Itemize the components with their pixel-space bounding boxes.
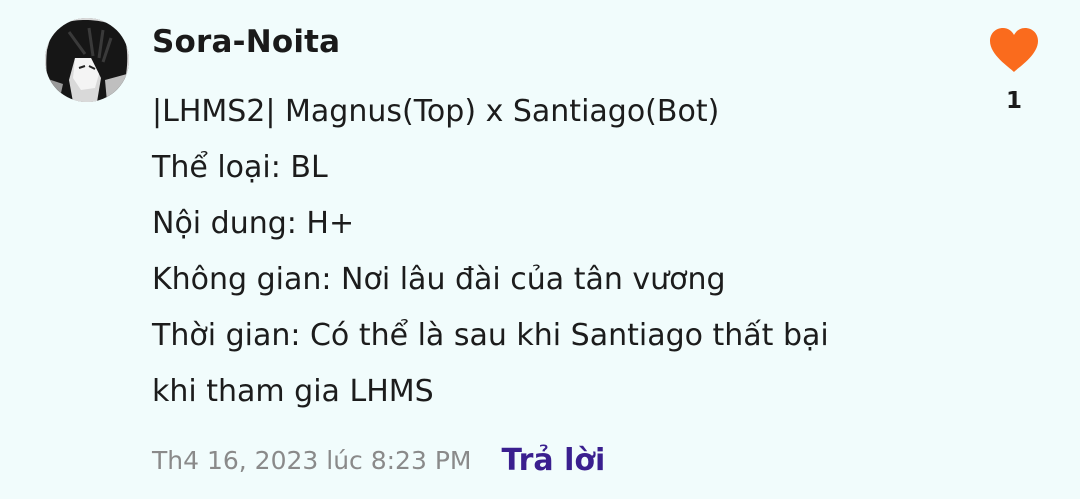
- comment-footer: Th4 16, 2023 lúc 8:23 PM Trả lời: [152, 438, 605, 482]
- comment-line: Không gian: Nơi lâu đài của tân vương: [152, 262, 726, 297]
- avatar[interactable]: [45, 18, 129, 102]
- heart-icon[interactable]: [984, 26, 1044, 74]
- username[interactable]: Sora-Noita: [152, 24, 340, 60]
- comment-card: Sora-Noita |LHMS2| Magnus(Top) x Santiag…: [0, 0, 1080, 499]
- like-button[interactable]: 1: [984, 26, 1044, 130]
- comment-line: Thời gian: Có thể là sau khi Santiago th…: [152, 318, 829, 353]
- comment-line: Thể loại: BL: [152, 150, 328, 185]
- like-count: 1: [1005, 88, 1022, 114]
- comment-line: khi tham gia LHMS: [152, 374, 434, 409]
- reply-button[interactable]: Trả lời: [501, 443, 605, 478]
- comment-line: Nội dung: H+: [152, 206, 355, 241]
- timestamp: Th4 16, 2023 lúc 8:23 PM: [152, 445, 472, 475]
- comment-body: |LHMS2| Magnus(Top) x Santiago(Bot) Thể …: [152, 84, 952, 420]
- comment-line: |LHMS2| Magnus(Top) x Santiago(Bot): [152, 94, 720, 129]
